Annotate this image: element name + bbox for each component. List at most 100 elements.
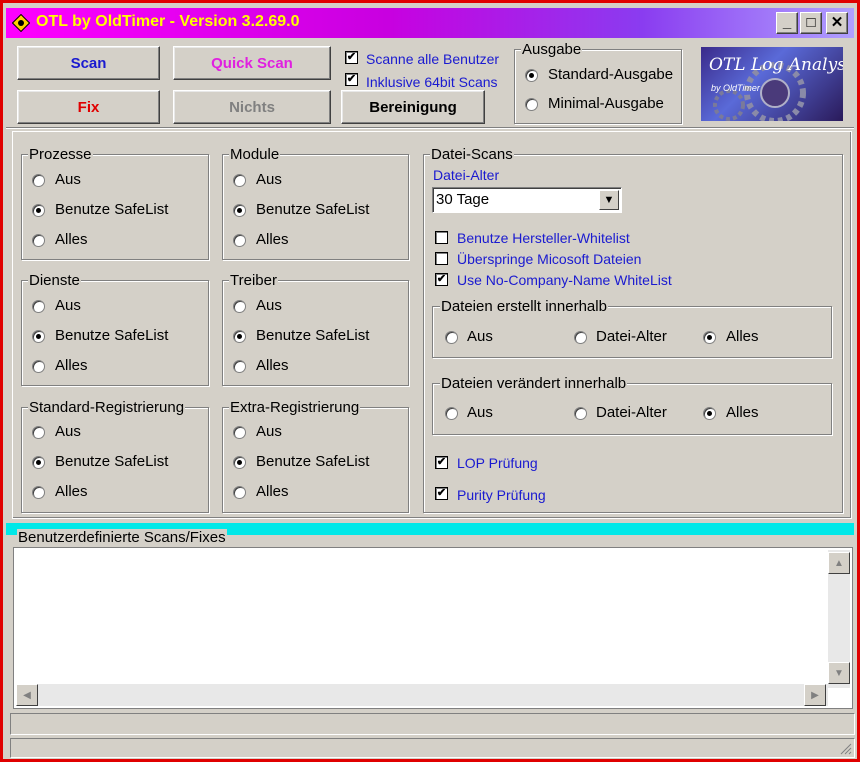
treiber-safelist-label: Benutze SafeList: [256, 327, 370, 344]
ausgabe-standard-label: Standard-Ausgabe: [548, 66, 674, 83]
erstellt-aus-label: Aus: [467, 328, 493, 345]
scroll-left-icon[interactable]: ◀: [16, 684, 38, 706]
standard-reg-aus-label: Aus: [55, 423, 81, 440]
scan-button[interactable]: Scan: [17, 46, 160, 80]
dienste-alles-radio[interactable]: [32, 360, 45, 373]
hersteller-whitelist-checkbox[interactable]: [435, 231, 448, 244]
dienste-aus-label: Aus: [55, 297, 81, 314]
nichts-button[interactable]: Nichts: [173, 90, 331, 124]
status-bar-bottom: [10, 738, 855, 758]
no-company-whitelist-checkbox[interactable]: ✔: [435, 273, 448, 286]
module-safelist-label: Benutze SafeList: [256, 201, 370, 218]
dienste-legend: Dienste: [28, 272, 81, 289]
module-aus-label: Aus: [256, 171, 282, 188]
otl-logo-image: OTL Log Analysis by OldTimer: [701, 47, 843, 121]
custom-scans-textarea[interactable]: ▲ ▼ ◀ ▶: [13, 547, 853, 709]
maximize-button[interactable]: □: [800, 12, 822, 34]
scanne-alle-benutzer-label: Scanne alle Benutzer: [366, 51, 500, 67]
standard-reg-aus-radio[interactable]: [32, 426, 45, 439]
module-alles-radio[interactable]: [233, 234, 246, 247]
treiber-aus-label: Aus: [256, 297, 282, 314]
lop-pruefung-checkbox[interactable]: ✔: [435, 456, 448, 469]
checkmark-icon: ✔: [436, 456, 447, 468]
scroll-up-icon[interactable]: ▲: [828, 552, 850, 574]
ausgabe-standard-radio[interactable]: [525, 69, 538, 82]
scanne-alle-benutzer-checkbox[interactable]: ✔: [345, 51, 358, 64]
prozesse-alles-radio[interactable]: [32, 234, 45, 247]
module-aus-radio[interactable]: [233, 174, 246, 187]
ausgabe-minimal-label: Minimal-Ausgabe: [548, 95, 664, 112]
erstellt-alles-radio[interactable]: [703, 331, 716, 344]
quick-scan-button[interactable]: Quick Scan: [173, 46, 331, 80]
dienste-alles-label: Alles: [55, 357, 88, 374]
minimize-button[interactable]: _: [776, 12, 798, 34]
otl-app-icon: [12, 14, 30, 32]
datei-alter-value: 30 Tage: [436, 191, 490, 208]
extra-reg-aus-label: Aus: [256, 423, 282, 440]
lop-pruefung-label: LOP Prüfung: [457, 455, 538, 471]
ueberspringe-microsoft-label: Überspringe Micosoft Dateien: [457, 251, 642, 267]
scroll-down-icon[interactable]: ▼: [828, 662, 850, 684]
checkmark-icon: ✔: [436, 273, 447, 285]
dienste-aus-radio[interactable]: [32, 300, 45, 313]
dienste-safelist-label: Benutze SafeList: [55, 327, 169, 344]
checkmark-icon: ✔: [346, 73, 357, 85]
purity-pruefung-label: Purity Prüfung: [457, 487, 546, 503]
dienste-safelist-radio[interactable]: [32, 330, 45, 343]
module-safelist-radio[interactable]: [233, 204, 246, 217]
erstellt-datei-alter-radio[interactable]: [574, 331, 587, 344]
dateien-erstellt-legend: Dateien erstellt innerhalb: [440, 298, 608, 315]
treiber-alles-radio[interactable]: [233, 360, 246, 373]
inklusive-64bit-label: Inklusive 64bit Scans: [366, 74, 498, 90]
standard-reg-alles-radio[interactable]: [32, 486, 45, 499]
standard-registrierung-legend: Standard-Registrierung: [28, 399, 186, 416]
resize-grip-icon[interactable]: [838, 741, 852, 755]
toolbar-separator: [6, 127, 854, 129]
ausgabe-minimal-radio[interactable]: [525, 98, 538, 111]
veraendert-datei-alter-radio[interactable]: [574, 407, 587, 420]
close-button[interactable]: ✕: [826, 12, 848, 34]
treiber-legend: Treiber: [229, 272, 278, 289]
fix-button[interactable]: Fix: [17, 90, 160, 124]
prozesse-safelist-radio[interactable]: [32, 204, 45, 217]
extra-registrierung-legend: Extra-Registrierung: [229, 399, 361, 416]
erstellt-aus-radio[interactable]: [445, 331, 458, 344]
veraendert-aus-radio[interactable]: [445, 407, 458, 420]
prozesse-aus-radio[interactable]: [32, 174, 45, 187]
treiber-safelist-radio[interactable]: [233, 330, 246, 343]
ueberspringe-microsoft-checkbox[interactable]: [435, 252, 448, 265]
datei-scans-legend: Datei-Scans: [430, 146, 514, 163]
extra-reg-safelist-radio[interactable]: [233, 456, 246, 469]
datei-alter-select[interactable]: 30 Tage ▼: [432, 187, 622, 213]
scroll-right-icon[interactable]: ▶: [804, 684, 826, 706]
dropdown-arrow-icon[interactable]: ▼: [599, 190, 619, 210]
title-bar[interactable]: OTL by OldTimer - Version 3.2.69.0 _ □ ✕: [6, 8, 854, 38]
prozesse-safelist-label: Benutze SafeList: [55, 201, 169, 218]
treiber-aus-radio[interactable]: [233, 300, 246, 313]
veraendert-datei-alter-label: Datei-Alter: [596, 404, 667, 421]
prozesse-legend: Prozesse: [28, 146, 93, 163]
purity-pruefung-checkbox[interactable]: ✔: [435, 487, 448, 500]
checkmark-icon: ✔: [436, 487, 447, 499]
bereinigung-button[interactable]: Bereinigung: [341, 90, 485, 124]
veraendert-alles-radio[interactable]: [703, 407, 716, 420]
extra-reg-aus-radio[interactable]: [233, 426, 246, 439]
checkmark-icon: ✔: [346, 51, 357, 63]
datei-alter-label: Datei-Alter: [433, 167, 500, 183]
logo-title: OTL Log Analysis: [709, 55, 843, 75]
extra-reg-alles-radio[interactable]: [233, 486, 246, 499]
ausgabe-group: [514, 49, 682, 124]
custom-scans-legend: Benutzerdefinierte Scans/Fixes: [17, 529, 227, 546]
standard-reg-safelist-radio[interactable]: [32, 456, 45, 469]
logo-subtitle: by OldTimer: [711, 83, 760, 93]
no-company-whitelist-label: Use No-Company-Name WhiteList: [457, 272, 672, 288]
horizontal-scrollbar[interactable]: [16, 684, 828, 706]
status-bar-top: [10, 713, 855, 735]
module-legend: Module: [229, 146, 281, 163]
extra-reg-safelist-label: Benutze SafeList: [256, 453, 370, 470]
dateien-veraendert-legend: Dateien verändert innerhalb: [440, 375, 628, 392]
prozesse-alles-label: Alles: [55, 231, 88, 248]
ausgabe-legend: Ausgabe: [521, 41, 583, 58]
inklusive-64bit-checkbox[interactable]: ✔: [345, 73, 358, 86]
veraendert-alles-label: Alles: [726, 404, 759, 421]
